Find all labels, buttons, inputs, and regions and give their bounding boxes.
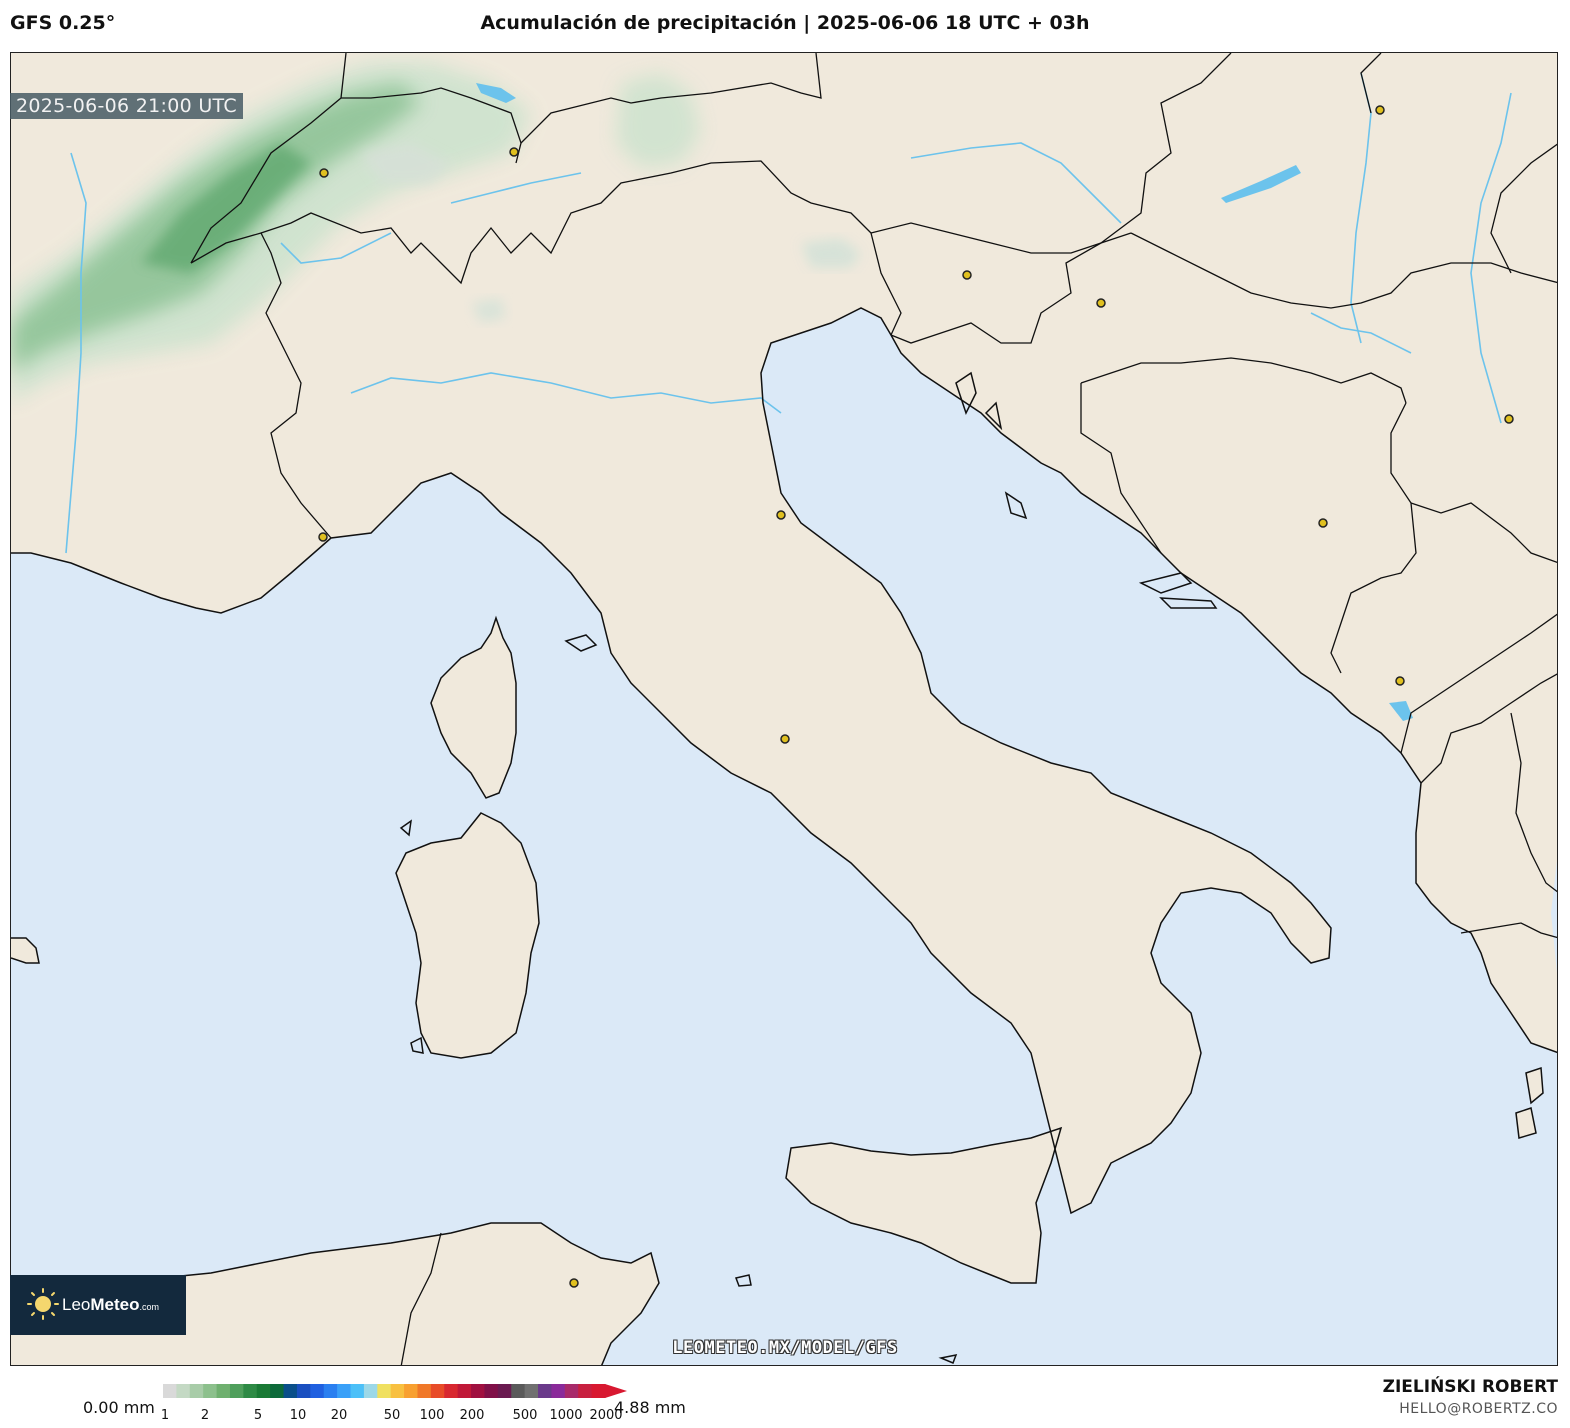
colorbar-segment xyxy=(564,1384,579,1398)
city-marker xyxy=(776,510,786,520)
colorbar-segment xyxy=(430,1384,445,1398)
author-name: ZIELIŃSKI ROBERT xyxy=(1382,1377,1558,1397)
colorbar-tick-label: 100 xyxy=(419,1408,445,1423)
logo-suffix: .com xyxy=(139,1302,160,1312)
colorbar-extend-arrow xyxy=(605,1384,627,1398)
land-greek-islands xyxy=(1516,1068,1543,1138)
colorbar-segment xyxy=(538,1384,553,1398)
colorbar-segment xyxy=(497,1384,512,1398)
colorbar-tick-label: 1 xyxy=(160,1408,170,1423)
colorbar-segment xyxy=(363,1384,378,1398)
colorbar-segment xyxy=(444,1384,459,1398)
colorbar-segment xyxy=(377,1384,392,1398)
city-marker xyxy=(1375,105,1385,115)
colorbar-segment xyxy=(457,1384,472,1398)
city-marker xyxy=(962,270,972,280)
colorbar-segment xyxy=(511,1384,526,1398)
colorbar-segment xyxy=(296,1384,311,1398)
colorbar-segment xyxy=(404,1384,419,1398)
colorbar-ticks: 1 2 5 10 20 50 100 200 500 1000 2000 xyxy=(0,1408,700,1428)
city-marker xyxy=(780,734,790,744)
colorbar-tick-label: 2000 xyxy=(589,1408,623,1423)
colorbar xyxy=(163,1384,627,1398)
colorbar-segment xyxy=(283,1384,298,1398)
city-marker xyxy=(509,147,519,157)
colorbar-segment xyxy=(256,1384,271,1398)
city-marker xyxy=(1395,676,1405,686)
colorbar-segment xyxy=(189,1384,204,1398)
city-marker xyxy=(1318,518,1328,528)
colorbar-segment xyxy=(484,1384,499,1398)
colorbar-segment xyxy=(203,1384,218,1398)
colorbar-segment xyxy=(176,1384,191,1398)
colorbar-segment xyxy=(310,1384,325,1398)
city-marker xyxy=(1504,414,1514,424)
colorbar-segment xyxy=(229,1384,244,1398)
map-title: Acumulación de precipitación | 2025-06-0… xyxy=(480,12,1090,34)
colorbar-segment xyxy=(471,1384,486,1398)
colorbar-segment xyxy=(163,1384,177,1398)
land-sicily xyxy=(786,1128,1061,1283)
colorbar-tick-label: 5 xyxy=(253,1408,263,1423)
colorbar-tick-label: 50 xyxy=(383,1408,401,1423)
colorbar-segment xyxy=(350,1384,365,1398)
colorbar-segment xyxy=(390,1384,405,1398)
city-marker xyxy=(1096,298,1106,308)
colorbar-tick-label: 200 xyxy=(459,1408,485,1423)
colorbar-segment xyxy=(591,1384,606,1398)
city-marker xyxy=(569,1278,579,1288)
model-url-watermark: LEOMETEO.MX/MODEL/GFS xyxy=(672,1338,898,1358)
logo-name-part1: Leo xyxy=(62,1295,91,1314)
map-panel[interactable] xyxy=(10,52,1558,1366)
city-marker xyxy=(318,532,328,542)
land-sardinia xyxy=(396,813,539,1058)
colorbar-segment xyxy=(337,1384,352,1398)
colorbar-segment xyxy=(524,1384,539,1398)
colorbar-segment xyxy=(270,1384,285,1398)
colorbar-tick-label: 10 xyxy=(289,1408,307,1423)
logo-name-part2: Meteo xyxy=(90,1295,140,1314)
colorbar-segment xyxy=(243,1384,258,1398)
city-marker xyxy=(319,168,329,178)
colorbar-segment xyxy=(417,1384,432,1398)
logo-wordmark: LeoMeteo.com xyxy=(62,1295,159,1315)
colorbar-segment xyxy=(323,1384,338,1398)
colorbar-segment xyxy=(216,1384,231,1398)
map-canvas xyxy=(11,53,1557,1365)
leometeo-logo[interactable]: LeoMeteo.com xyxy=(10,1275,186,1335)
land-corsica xyxy=(431,618,516,798)
colorbar-tick-label: 20 xyxy=(330,1408,348,1423)
sun-icon xyxy=(27,1288,59,1320)
colorbar-tick-label: 2 xyxy=(200,1408,210,1423)
author-email: HELLO@ROBERTZ.CO xyxy=(1399,1401,1558,1417)
valid-time-badge: 2025-06-06 21:00 UTC xyxy=(10,93,243,119)
colorbar-segment xyxy=(551,1384,566,1398)
colorbar-tick-label: 500 xyxy=(512,1408,538,1423)
colorbar-tick-label: 1000 xyxy=(549,1408,583,1423)
colorbar-segment xyxy=(578,1384,593,1398)
